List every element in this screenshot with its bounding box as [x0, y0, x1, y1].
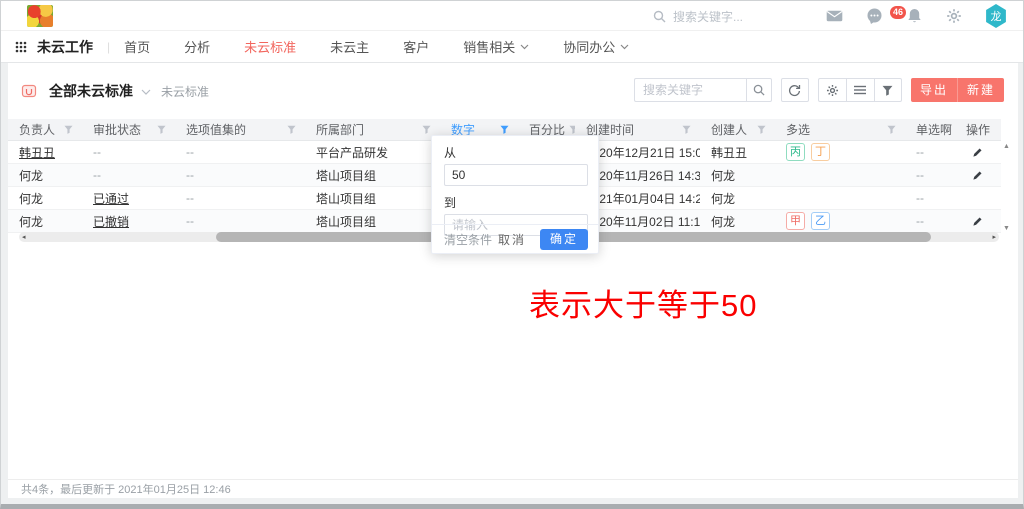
global-search[interactable]: 搜索关键字... [653, 8, 743, 25]
app-logo[interactable] [27, 5, 53, 27]
owner-link[interactable]: 何龙 [19, 213, 43, 230]
col-option-set: 选项值集的 [186, 121, 246, 138]
from-label: 从 [444, 144, 586, 161]
app-window: 搜索关键字... 46 龙 未云工作 | 首页 分析 未云标准 [0, 0, 1024, 509]
edit-pencil-icon[interactable] [972, 216, 983, 227]
user-avatar[interactable]: 龙 [985, 4, 1007, 28]
tag-jia: 甲 [786, 212, 805, 230]
apps-grid-icon[interactable] [15, 41, 27, 53]
nav-divider: | [107, 40, 110, 54]
nav-item-analysis[interactable]: 分析 [184, 37, 210, 56]
filter-funnel-icon-active[interactable] [500, 125, 509, 134]
view-toolbar: 全部未云标准 未云标准 [8, 73, 1018, 109]
to-label: 到 [444, 194, 586, 211]
view-title[interactable]: 全部未云标准 [49, 81, 133, 101]
filter-funnel-icon[interactable] [157, 125, 166, 134]
confirm-button[interactable]: 确定 [540, 229, 588, 250]
nav-item-weiyun-main[interactable]: 未云主 [330, 37, 369, 56]
mail-icon[interactable] [825, 7, 843, 25]
col-department: 所属部门 [316, 121, 364, 138]
col-creator: 创建人 [711, 121, 747, 138]
settings-gear-icon[interactable] [945, 7, 963, 25]
list-search [634, 78, 772, 102]
vertical-scrollbar[interactable]: ▲ ▼ [1001, 143, 1013, 243]
list-search-button[interactable] [746, 78, 772, 102]
nav-item-weiyun-standard[interactable]: 未云标准 [244, 37, 296, 56]
view-chevron-down-icon[interactable] [141, 89, 151, 95]
top-bar: 搜索关键字... 46 龙 [1, 1, 1023, 31]
tag-yi: 乙 [811, 212, 830, 230]
tag-ding: 丁 [811, 143, 830, 161]
scroll-down-arrow-icon[interactable]: ▼ [1003, 225, 1010, 232]
edit-pencil-icon[interactable] [972, 170, 983, 181]
scroll-right-arrow-icon[interactable]: ▸ [992, 233, 996, 241]
chevron-down-icon [520, 44, 529, 50]
edit-pencil-icon[interactable] [972, 147, 983, 158]
filter-funnel-icon[interactable] [887, 125, 896, 134]
filter-funnel-icon[interactable] [287, 125, 296, 134]
global-search-placeholder: 搜索关键字... [673, 8, 743, 25]
nav-item-sales[interactable]: 销售相关 [463, 37, 529, 56]
nav-item-customer[interactable]: 客户 [403, 37, 429, 56]
view-subtitle: 未云标准 [161, 83, 209, 100]
col-single-select: 单选啊 [916, 121, 952, 138]
scroll-up-arrow-icon[interactable]: ▲ [1003, 143, 1010, 150]
export-button[interactable]: 导出 [911, 78, 958, 102]
owner-link[interactable]: 韩丑丑 [19, 144, 55, 161]
notification-badge: 46 [890, 6, 906, 19]
approval-status-link[interactable]: 已撤销 [93, 213, 129, 230]
col-actions: 操作 [966, 121, 990, 138]
approval-status-link[interactable]: 已通过 [93, 190, 129, 207]
search-icon [653, 10, 666, 23]
cancel-button[interactable]: 取消 [498, 231, 526, 248]
from-input[interactable] [444, 164, 588, 186]
scroll-left-arrow-icon[interactable]: ◂ [22, 233, 26, 241]
owner-link[interactable]: 何龙 [19, 190, 43, 207]
filter-funnel-icon[interactable] [64, 125, 73, 134]
column-settings-gear-icon[interactable] [818, 78, 846, 102]
col-approval: 审批状态 [93, 121, 141, 138]
owner-link[interactable]: 何龙 [19, 167, 43, 184]
chevron-down-icon [620, 44, 629, 50]
nav-item-collaboration[interactable]: 协同办公 [563, 37, 629, 56]
notifications-bell-icon[interactable]: 46 [905, 7, 923, 25]
col-owner: 负责人 [19, 121, 55, 138]
chat-icon[interactable] [865, 7, 883, 25]
filter-funnel-icon[interactable] [757, 125, 766, 134]
list-view-icon[interactable] [846, 78, 874, 102]
number-filter-popup: 从 到 清空条件 取消 确定 [431, 135, 599, 254]
list-search-input[interactable] [634, 78, 746, 102]
col-multiselect: 多选 [786, 121, 810, 138]
filter-funnel-icon[interactable] [874, 78, 902, 102]
record-count-status: 共4条，最后更新于 2021年01月25日 12:46 [21, 481, 231, 497]
nav-item-home[interactable]: 首页 [124, 37, 150, 56]
annotation-text: 表示大于等于50 [529, 280, 757, 325]
workspace-title[interactable]: 未云工作 [37, 37, 93, 57]
main-nav: 未云工作 | 首页 分析 未云标准 未云主 客户 销售相关 协同办公 [1, 31, 1023, 63]
clear-conditions-button[interactable]: 清空条件 [444, 231, 492, 248]
tag-bing: 丙 [786, 143, 805, 161]
status-bar: 共4条，最后更新于 2021年01月25日 12:46 [8, 479, 1018, 498]
filter-funnel-icon[interactable] [422, 125, 431, 134]
view-type-icon [21, 83, 37, 99]
refresh-button[interactable] [781, 78, 809, 102]
filter-funnel-icon[interactable] [682, 125, 691, 134]
create-button[interactable]: 新建 [958, 78, 1004, 102]
